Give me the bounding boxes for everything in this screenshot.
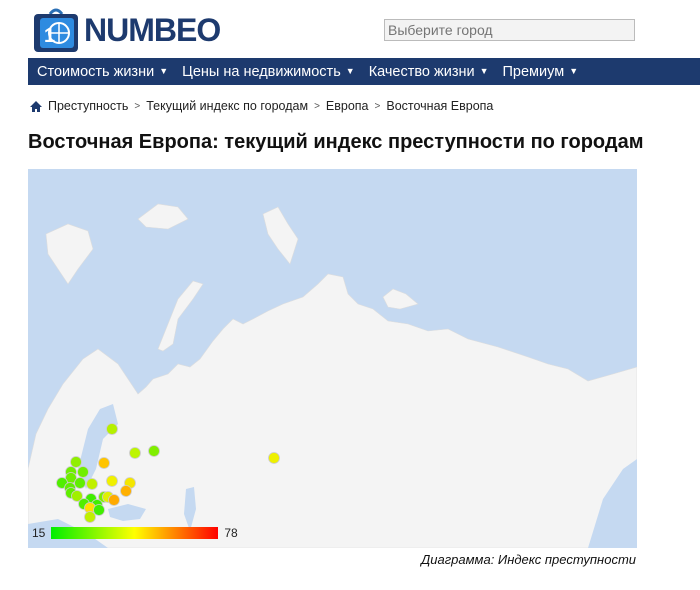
city-marker[interactable]	[77, 466, 89, 478]
legend-min: 15	[32, 526, 46, 540]
breadcrumb-eastern-europe: Восточная Европа	[386, 99, 494, 113]
legend-color-scale	[51, 527, 219, 539]
nav-property-prices[interactable]: Цены на недвижимость ▼	[182, 64, 355, 80]
city-marker[interactable]	[93, 504, 105, 516]
city-marker[interactable]	[148, 445, 160, 457]
breadcrumb: Преступность > Текущий индекс по городам >…	[30, 99, 493, 113]
svg-text:1: 1	[44, 25, 55, 47]
city-marker[interactable]	[108, 494, 120, 506]
nav-label: Качество жизни	[368, 63, 475, 80]
legend-max: 78	[224, 526, 238, 540]
map-canvas	[28, 203, 637, 548]
suitcase-globe-icon: 1	[34, 8, 78, 52]
city-marker[interactable]	[74, 477, 86, 489]
city-marker[interactable]	[129, 447, 141, 459]
caret-down-icon: ▼	[345, 65, 355, 76]
caret-down-icon: ▼	[159, 65, 169, 76]
city-marker[interactable]	[106, 475, 118, 487]
city-marker[interactable]	[98, 457, 110, 469]
land	[28, 203, 637, 548]
nav-premium[interactable]: Премиум ▼	[503, 64, 579, 80]
breadcrumb-separator: >	[134, 100, 141, 112]
map-legend: 15 78	[32, 526, 238, 540]
nav-label: Стоимость жизни	[37, 63, 155, 80]
chart-caption: Диаграмма: Индекс преступности	[421, 552, 636, 567]
breadcrumb-crime[interactable]: Преступность	[48, 99, 128, 113]
city-marker[interactable]	[84, 511, 96, 523]
breadcrumb-europe[interactable]: Европа	[326, 99, 369, 113]
city-marker[interactable]	[120, 485, 132, 497]
main-nav: Стоимость жизни ▼ Цены на недвижимость ▼ К…	[28, 58, 700, 85]
crime-index-map[interactable]	[28, 169, 637, 548]
nav-label: Цены на недвижимость	[182, 63, 341, 80]
city-marker[interactable]	[106, 423, 118, 435]
page-title: Восточная Европа: текущий индекс преступ…	[28, 131, 644, 153]
nav-quality-of-life[interactable]: Качество жизни ▼	[369, 64, 489, 80]
city-marker[interactable]	[86, 478, 98, 490]
home-icon[interactable]	[30, 100, 42, 112]
breadcrumb-current-index[interactable]: Текущий индекс по городам	[146, 99, 308, 113]
caret-down-icon: ▼	[569, 65, 579, 76]
breadcrumb-separator: >	[314, 100, 320, 112]
breadcrumb-separator: >	[374, 100, 381, 112]
city-marker[interactable]	[268, 452, 280, 464]
nav-cost-of-living[interactable]: Стоимость жизни ▼	[37, 64, 168, 80]
caret-down-icon: ▼	[479, 65, 489, 76]
city-marker[interactable]	[70, 456, 82, 468]
city-search-input[interactable]	[384, 19, 635, 41]
numbeo-logo[interactable]: 1 NUMBEO	[32, 6, 221, 54]
nav-label: Премиум	[502, 63, 565, 80]
logo-text: NUMBEO	[84, 11, 221, 48]
